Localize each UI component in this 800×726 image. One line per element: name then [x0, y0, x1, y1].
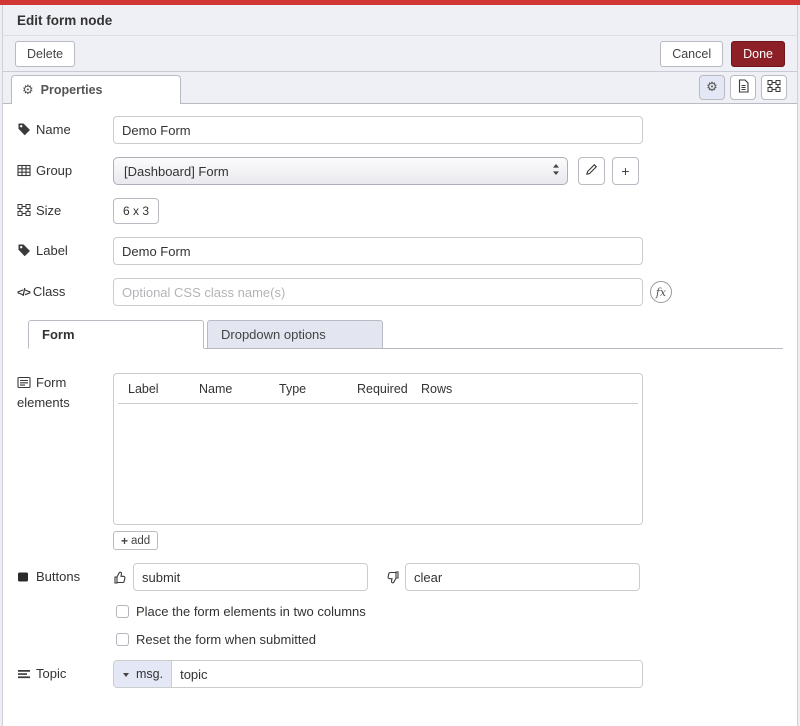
dialog-header: Edit form node	[3, 5, 797, 36]
two-columns-checkbox[interactable]	[116, 605, 129, 618]
caret-down-icon	[122, 667, 130, 681]
list-alt-icon	[17, 376, 32, 389]
cancel-button[interactable]: Cancel	[660, 41, 723, 67]
add-group-button[interactable]: +	[612, 157, 639, 185]
column-header-required: Required	[357, 382, 421, 396]
class-label: </>Class	[17, 282, 113, 302]
form-elements-label: Form elements	[17, 373, 113, 412]
button-square-icon	[17, 571, 32, 583]
appearance-tab-button[interactable]	[761, 75, 787, 100]
gear-icon: ⚙	[22, 84, 34, 97]
tab-properties[interactable]: ⚙ Properties	[11, 75, 181, 104]
clear-button-text-input[interactable]	[405, 563, 640, 591]
column-header-type: Type	[279, 382, 357, 396]
add-element-button[interactable]: + add	[113, 531, 158, 550]
document-icon	[737, 79, 750, 96]
group-select[interactable]: [Dashboard] Form	[113, 157, 568, 185]
name-input[interactable]	[113, 116, 643, 144]
tab-form[interactable]: Form	[28, 320, 204, 349]
column-header-name: Name	[199, 382, 279, 396]
form-elements-list[interactable]: Label Name Type Required Rows	[113, 373, 643, 525]
editor-tabbar: ⚙ Properties ⚙	[3, 72, 797, 104]
pencil-icon	[585, 163, 598, 179]
buttons-label: Buttons	[17, 567, 113, 587]
form-elements-header: Label Name Type Required Rows	[118, 381, 638, 404]
form-subtabs: Form Dropdown options	[28, 319, 783, 349]
code-icon: </>	[17, 287, 30, 299]
thumbs-down-icon	[385, 570, 401, 585]
topic-typed-input: msg.	[113, 660, 643, 688]
topic-type-label: msg.	[136, 667, 163, 681]
plus-icon: +	[121, 534, 128, 548]
object-group-icon	[767, 79, 781, 96]
edit-form-node-dialog: Edit form node Delete Cancel Done ⚙ Prop…	[2, 5, 798, 726]
reset-form-option: Reset the form when submitted	[116, 632, 783, 647]
fx-badge-icon: fx	[650, 281, 672, 303]
submit-button-text-input[interactable]	[133, 563, 368, 591]
delete-button[interactable]: Delete	[15, 41, 75, 67]
table-icon	[17, 164, 32, 177]
two-columns-option: Place the form elements in two columns	[116, 604, 783, 619]
topic-row: Topic msg.	[17, 660, 783, 688]
name-label: Name	[17, 120, 113, 140]
topic-label: Topic	[17, 664, 113, 684]
plus-icon: +	[621, 163, 629, 179]
dialog-toolbar: Delete Cancel Done	[3, 36, 797, 72]
tag-icon	[17, 243, 32, 257]
label-row: Label	[17, 237, 783, 265]
object-group-icon	[17, 203, 32, 217]
thumbs-up-icon	[113, 570, 129, 585]
gear-icon: ⚙	[706, 81, 718, 94]
topic-type-select[interactable]: msg.	[114, 661, 172, 687]
tab-dropdown-options[interactable]: Dropdown options	[207, 320, 383, 349]
two-columns-checkbox-label: Place the form elements in two columns	[136, 604, 366, 619]
dialog-title: Edit form node	[17, 13, 112, 28]
properties-tab-button[interactable]: ⚙	[699, 75, 725, 100]
done-button[interactable]: Done	[731, 41, 785, 67]
tabbar-actions: ⚙	[699, 75, 787, 100]
description-tab-button[interactable]	[730, 75, 756, 100]
buttons-row: Buttons	[17, 563, 783, 591]
column-header-rows: Rows	[421, 382, 638, 396]
size-label: Size	[17, 201, 113, 221]
topic-input[interactable]	[172, 661, 642, 687]
tab-properties-label: Properties	[41, 83, 103, 97]
size-button[interactable]: 6 x 3	[113, 198, 159, 224]
reset-form-checkbox-label: Reset the form when submitted	[136, 632, 316, 647]
label-label: Label	[17, 241, 113, 261]
reset-form-checkbox[interactable]	[116, 633, 129, 646]
group-select-value: [Dashboard] Form	[124, 164, 552, 179]
list-lines-icon	[17, 668, 32, 680]
edit-group-button[interactable]	[578, 157, 605, 185]
select-arrows-icon	[552, 163, 560, 179]
name-row: Name	[17, 116, 783, 144]
properties-pane: Name Group [Dashboard] Form	[3, 104, 797, 726]
form-elements-row: Form elements Label Name Type Required R…	[17, 373, 783, 550]
tag-icon	[17, 122, 32, 136]
column-header-label: Label	[128, 382, 199, 396]
label-input[interactable]	[113, 237, 643, 265]
group-label: Group	[17, 161, 113, 181]
class-input[interactable]	[113, 278, 643, 306]
group-row: Group [Dashboard] Form +	[17, 157, 783, 185]
size-row: Size 6 x 3	[17, 198, 783, 224]
class-row: </>Class fx	[17, 278, 783, 306]
